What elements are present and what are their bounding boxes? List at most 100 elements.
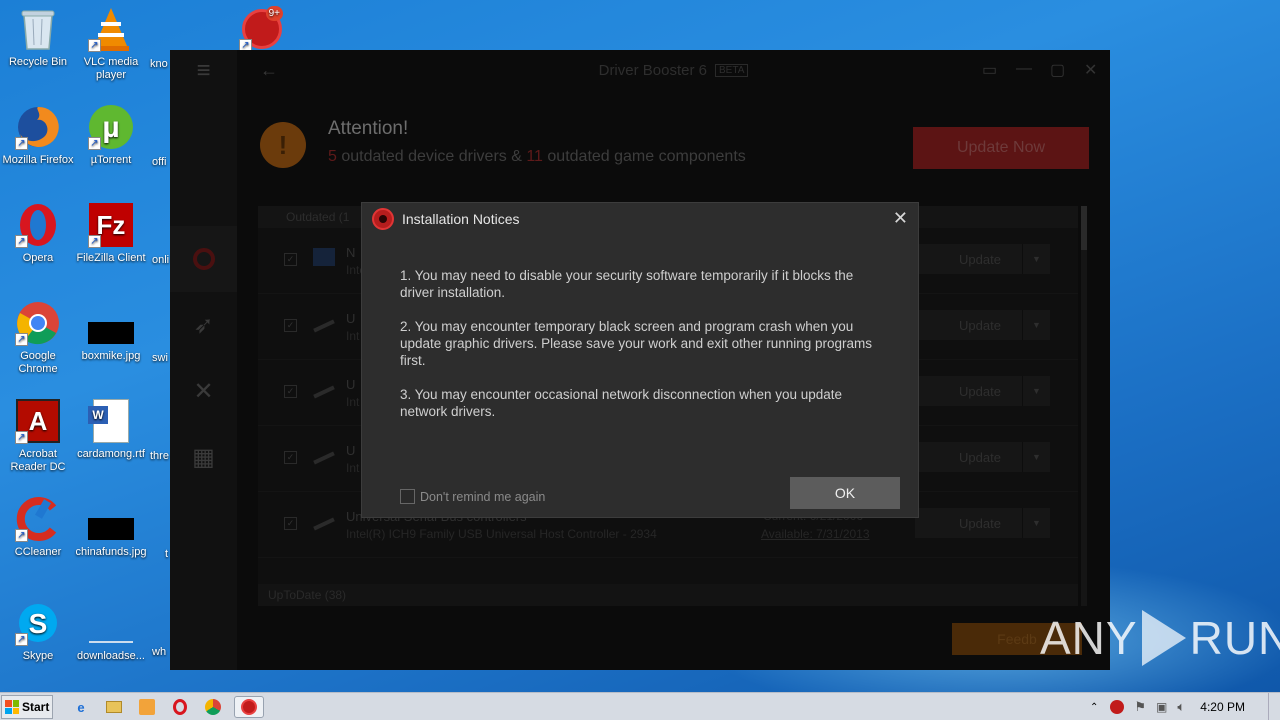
chevron-down-icon[interactable]: ▼ <box>1022 442 1050 472</box>
desktop-icon-filezilla[interactable]: Fz ↗ FileZilla Client <box>73 202 149 265</box>
usb-icon <box>313 451 335 465</box>
chevron-down-icon[interactable]: ▼ <box>1022 244 1050 274</box>
minimize-icon[interactable]: — <box>1016 60 1032 78</box>
desktop-icon-utorrent[interactable]: µ ↗ µTorrent <box>73 104 149 167</box>
driver-booster-taskbar-icon[interactable] <box>234 696 264 718</box>
beta-badge: BETA <box>714 63 749 77</box>
shortcut-arrow-icon: ↗ <box>15 235 28 248</box>
ie-icon[interactable]: e <box>70 696 92 718</box>
volume-tray-icon[interactable]: 🔈︎ <box>1177 699 1185 715</box>
desktop-icon-ccleaner[interactable]: ↗ CCleaner <box>0 496 76 559</box>
scrollbar-thumb[interactable] <box>1081 206 1087 250</box>
desktop-icon-label: chinafunds.jpg <box>75 546 147 558</box>
desktop-icon-opera[interactable]: ↗ Opera <box>0 202 76 265</box>
desktop-icon-cardamong[interactable]: W cardamong.rtf <box>73 398 149 461</box>
shortcut-arrow-icon: ↗ <box>88 39 101 52</box>
shortcut-arrow-icon: ↗ <box>15 633 28 646</box>
desktop-icon-skype[interactable]: S ↗ Skype <box>0 600 76 663</box>
row-checkbox[interactable]: ✓ <box>284 319 297 332</box>
desktop-icon-partial[interactable]: thre <box>150 450 170 463</box>
desktop-icon-partial[interactable]: onli <box>152 254 170 267</box>
shortcut-arrow-icon: ↗ <box>15 137 28 150</box>
sidebar-item-scan[interactable] <box>170 226 237 292</box>
opera-taskbar-icon[interactable] <box>169 696 191 718</box>
desktop-icon-label: Google Chrome <box>18 350 58 375</box>
checkbox-icon[interactable] <box>400 489 415 504</box>
attention-summary: 5 outdated device drivers & 11 outdated … <box>328 148 746 165</box>
desktop-icon-label: µTorrent <box>90 154 132 166</box>
acrobat-icon: A ↗ <box>15 398 61 444</box>
show-desktop-button[interactable] <box>1268 693 1280 720</box>
update-button[interactable]: Update ▼ <box>915 508 1050 538</box>
start-button[interactable]: Start <box>1 695 53 719</box>
desktop-icon-driver-booster[interactable]: 9+ ↗ <box>224 6 300 56</box>
desktop-icon-label: VLC media player <box>83 56 139 81</box>
sidebar-item-action-center[interactable]: ▦ <box>170 424 237 490</box>
desktop-icon-label: Mozilla Firefox <box>2 154 74 166</box>
device-icon <box>313 248 335 266</box>
clock[interactable]: 4:20 PM <box>1200 700 1245 714</box>
shortcut-arrow-icon: ↗ <box>88 235 101 248</box>
chrome-taskbar-icon[interactable] <box>202 696 224 718</box>
attention-title: Attention! <box>328 118 409 139</box>
chevron-down-icon[interactable]: ▼ <box>1022 376 1050 406</box>
desktop-icon-label: boxmike.jpg <box>81 350 141 362</box>
opera-icon: ↗ <box>15 202 61 248</box>
desktop-icon-partial[interactable]: kno <box>150 58 170 71</box>
desktop-icon-firefox[interactable]: ↗ Mozilla Firefox <box>0 104 76 167</box>
network-tray-icon[interactable]: ▣ <box>1156 700 1167 714</box>
vlc-icon: ↗ <box>88 6 134 52</box>
desktop-icon-chrome[interactable]: ↗ Google Chrome <box>0 300 76 376</box>
maximize-icon[interactable]: ▢ <box>1050 60 1065 80</box>
uptodate-header[interactable]: UpToDate (38) <box>258 584 1078 606</box>
desktop-icon-label: Acrobat Reader DC <box>10 448 66 473</box>
desktop-icon-downloadse[interactable]: downloadse... <box>73 600 149 663</box>
sidebar-item-tools[interactable]: ✕ <box>170 358 237 424</box>
shortcut-arrow-icon: ↗ <box>15 431 28 444</box>
dialog-title: Installation Notices <box>402 211 520 227</box>
media-player-icon[interactable] <box>136 696 158 718</box>
row-checkbox[interactable]: ✓ <box>284 253 297 266</box>
system-tray: ⌃ ⚑ ▣ 🔈︎ <box>1084 693 1280 720</box>
desktop-icon-boxmike[interactable]: boxmike.jpg <box>73 300 149 363</box>
desktop-icon-recycle-bin[interactable]: Recycle Bin <box>0 6 76 69</box>
feedback-icon[interactable]: ▭ <box>982 60 997 80</box>
scan-icon <box>192 248 215 270</box>
notice-1: 1. You may need to disable your security… <box>400 268 854 300</box>
list-scrollbar[interactable] <box>1081 206 1087 606</box>
driver-booster-tray-icon[interactable] <box>1110 700 1125 714</box>
dont-remind-checkbox[interactable]: Don't remind me again <box>400 489 545 504</box>
shortcut-arrow-icon: ↗ <box>88 137 101 150</box>
desktop-icon-partial[interactable]: wh <box>152 646 170 659</box>
chevron-down-icon[interactable]: ▼ <box>1022 508 1050 538</box>
desktop-icon-chinafunds[interactable]: chinafunds.jpg <box>73 496 149 559</box>
grid-icon: ▦ <box>192 443 215 471</box>
close-icon[interactable]: ✕ <box>893 209 908 227</box>
chevron-down-icon[interactable]: ▼ <box>1022 310 1050 340</box>
desktop-icon-acrobat[interactable]: A ↗ Acrobat Reader DC <box>0 398 76 474</box>
desktop-icon-vlc[interactable]: ↗ VLC media player <box>73 6 149 82</box>
dialog-body: 1. You may need to disable your security… <box>400 267 890 437</box>
menu-icon[interactable]: ≡ <box>170 50 237 92</box>
ok-button[interactable]: OK <box>790 477 900 509</box>
update-button[interactable]: Update ▼ <box>915 442 1050 472</box>
explorer-icon[interactable] <box>103 696 125 718</box>
update-button[interactable]: Update ▼ <box>915 244 1050 274</box>
desktop-icon-partial[interactable]: offi <box>152 156 170 169</box>
row-checkbox[interactable]: ✓ <box>284 517 297 530</box>
flag-tray-icon[interactable]: ⚑ <box>1134 699 1146 715</box>
rtf-file-icon: W <box>88 398 134 444</box>
anyrun-watermark: ANY RUN <box>1040 610 1280 666</box>
close-window-icon[interactable]: ✕ <box>1084 60 1097 80</box>
desktop-icon-partial[interactable]: swi <box>152 352 170 365</box>
update-button[interactable]: Update ▼ <box>915 310 1050 340</box>
row-checkbox[interactable]: ✓ <box>284 385 297 398</box>
play-icon <box>1141 610 1186 666</box>
image-file-icon <box>88 300 134 346</box>
row-checkbox[interactable]: ✓ <box>284 451 297 464</box>
ccleaner-icon: ↗ <box>15 496 61 542</box>
show-hidden-icons-icon[interactable]: ⌃ <box>1090 702 1098 713</box>
update-now-button[interactable]: Update Now <box>913 127 1089 169</box>
sidebar-item-boost[interactable]: ➶ <box>170 292 237 358</box>
update-button[interactable]: Update ▼ <box>915 376 1050 406</box>
